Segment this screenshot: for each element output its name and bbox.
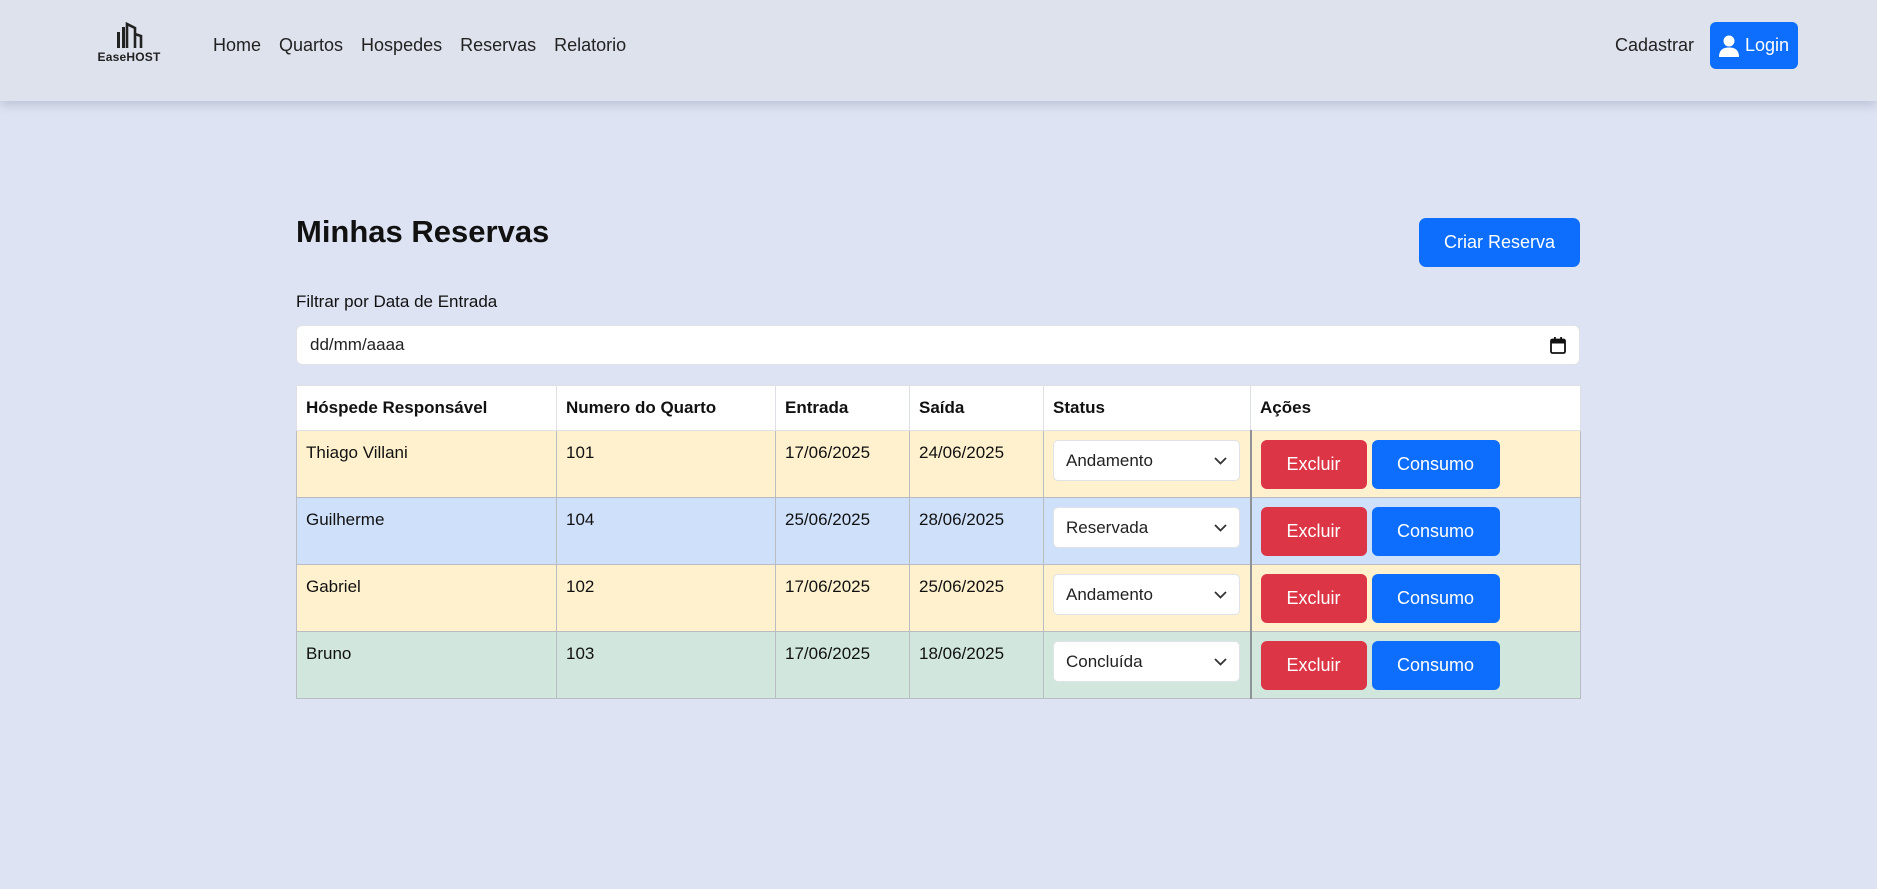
room-cell: 102	[556, 564, 776, 632]
page-title: Minhas Reservas	[296, 214, 550, 249]
date-filter-label: Filtrar por Data de Entrada	[296, 292, 498, 311]
reservations-table: Hóspede Responsável Numero do Quarto Ent…	[296, 385, 1581, 699]
status-cell: Andamento	[1043, 430, 1251, 498]
nav-hospedes[interactable]: Hospedes	[361, 35, 442, 56]
navbar: EaseHOST Home Quartos Hospedes Reservas …	[0, 0, 1877, 101]
chevron-down-icon	[1214, 523, 1227, 532]
chevron-down-icon	[1214, 590, 1227, 599]
checkin-cell: 17/06/2025	[775, 631, 910, 699]
chevron-down-icon	[1214, 657, 1227, 666]
status-value: Andamento	[1066, 450, 1153, 470]
header-actions: Ações	[1250, 385, 1581, 431]
status-select[interactable]: Andamento	[1053, 574, 1240, 615]
header-guest: Hóspede Responsável	[296, 385, 557, 431]
login-label: Login	[1744, 35, 1790, 55]
actions-cell: Excluir Consumo	[1249, 497, 1581, 565]
consumption-button[interactable]: Consumo	[1371, 641, 1500, 690]
brand-name: EaseHOST	[97, 50, 161, 64]
actions-cell: Excluir Consumo	[1249, 564, 1581, 632]
date-placeholder: dd/mm/aaaa	[310, 335, 405, 354]
guest-cell: Bruno	[296, 631, 557, 699]
consumption-button[interactable]: Consumo	[1371, 507, 1500, 556]
guest-cell: Gabriel	[296, 564, 557, 632]
delete-button[interactable]: Excluir	[1260, 574, 1367, 623]
checkout-cell: 25/06/2025	[909, 564, 1044, 632]
table-row: Bruno 103 17/06/2025 18/06/2025 Concluíd…	[296, 631, 1581, 699]
checkout-cell: 24/06/2025	[909, 430, 1044, 498]
status-select[interactable]: Andamento	[1053, 440, 1240, 481]
status-value: Reservada	[1066, 517, 1149, 537]
status-cell: Reservada	[1043, 497, 1251, 565]
delete-button[interactable]: Excluir	[1260, 507, 1367, 556]
status-value: Andamento	[1066, 584, 1153, 604]
status-select[interactable]: Reservada	[1053, 507, 1240, 548]
cadastrar-link[interactable]: Cadastrar	[1615, 35, 1694, 56]
brand-logo[interactable]: EaseHOST	[96, 22, 162, 68]
calendar-icon[interactable]	[1550, 336, 1566, 354]
guest-cell: Guilherme	[296, 497, 557, 565]
nav-reservas[interactable]: Reservas	[460, 35, 536, 56]
delete-button[interactable]: Excluir	[1260, 641, 1367, 690]
actions-cell: Excluir Consumo	[1249, 430, 1581, 498]
header-checkout: Saída	[909, 385, 1044, 431]
room-cell: 101	[556, 430, 776, 498]
table-row: Guilherme 104 25/06/2025 28/06/2025 Rese…	[296, 497, 1581, 565]
nav-quartos[interactable]: Quartos	[279, 35, 343, 56]
main-nav: Home Quartos Hospedes Reservas Relatorio	[213, 35, 644, 56]
room-cell: 104	[556, 497, 776, 565]
checkin-cell: 17/06/2025	[775, 564, 910, 632]
status-cell: Andamento	[1043, 564, 1251, 632]
status-select[interactable]: Concluída	[1053, 641, 1240, 682]
login-button[interactable]: Login	[1710, 22, 1798, 69]
checkout-cell: 18/06/2025	[909, 631, 1044, 699]
header-checkin: Entrada	[775, 385, 910, 431]
actions-cell: Excluir Consumo	[1249, 631, 1581, 699]
header-status: Status	[1043, 385, 1251, 431]
consumption-button[interactable]: Consumo	[1371, 440, 1500, 489]
date-filter-input[interactable]: dd/mm/aaaa	[296, 325, 1580, 365]
consumption-button[interactable]: Consumo	[1371, 574, 1500, 623]
status-value: Concluída	[1066, 651, 1143, 671]
delete-button[interactable]: Excluir	[1260, 440, 1367, 489]
guest-cell: Thiago Villani	[296, 430, 557, 498]
nav-home[interactable]: Home	[213, 35, 261, 56]
building-icon	[117, 22, 143, 48]
room-cell: 103	[556, 631, 776, 699]
checkin-cell: 17/06/2025	[775, 430, 910, 498]
table-row: Thiago Villani 101 17/06/2025 24/06/2025…	[296, 430, 1581, 498]
table-header-row: Hóspede Responsável Numero do Quarto Ent…	[296, 385, 1581, 431]
header-room: Numero do Quarto	[556, 385, 776, 431]
status-cell: Concluída	[1043, 631, 1251, 699]
nav-relatorio[interactable]: Relatorio	[554, 35, 626, 56]
checkin-cell: 25/06/2025	[775, 497, 910, 565]
chevron-down-icon	[1214, 456, 1227, 465]
create-reservation-button[interactable]: Criar Reserva	[1419, 218, 1580, 267]
user-icon	[1718, 35, 1739, 57]
table-row: Gabriel 102 17/06/2025 25/06/2025 Andame…	[296, 564, 1581, 632]
checkout-cell: 28/06/2025	[909, 497, 1044, 565]
